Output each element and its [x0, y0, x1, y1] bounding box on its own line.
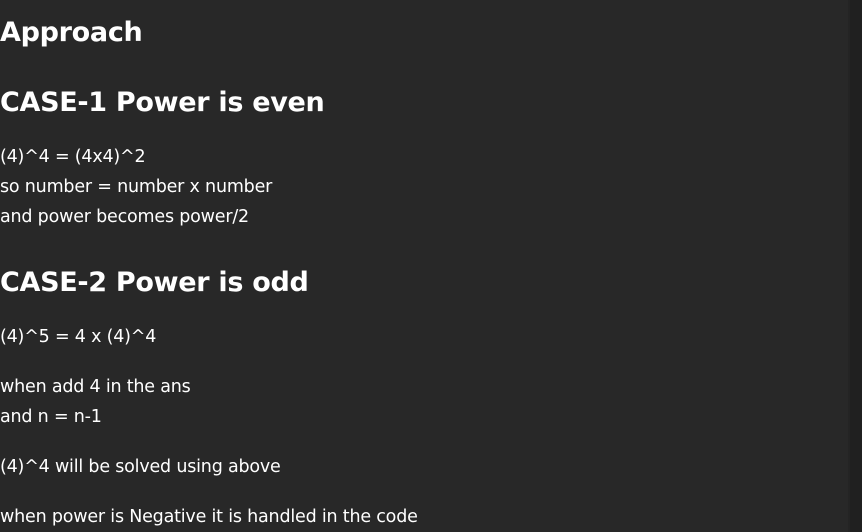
document-content: Approach CASE-1 Power is even (4)^4 = (4… — [0, 0, 850, 532]
vertical-scrollbar[interactable] — [850, 0, 862, 532]
case1-line-3: and power becomes power/2 — [0, 207, 249, 227]
case2-paragraph-2-line-1: when add 4 in the ans — [0, 377, 191, 397]
case1-line-2: so number = number x number — [0, 177, 273, 197]
case2-heading: CASE-2 Power is odd — [0, 267, 309, 298]
case2-paragraph-3: (4)^4 will be solved using above — [0, 457, 281, 477]
case1-heading: CASE-1 Power is even — [0, 87, 325, 118]
case2-paragraph-4: when power is Negative it is handled in … — [0, 507, 418, 527]
page-title: Approach — [0, 17, 143, 48]
case1-line-1: (4)^4 = (4x4)^2 — [0, 147, 146, 167]
case2-paragraph-2-line-2: and n = n-1 — [0, 407, 102, 427]
case2-paragraph-1: (4)^5 = 4 x (4)^4 — [0, 327, 157, 347]
